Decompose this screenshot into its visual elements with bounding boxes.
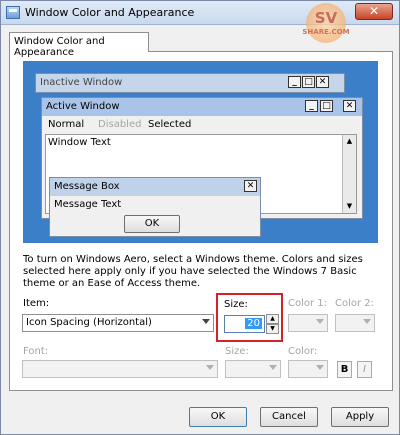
active-window-title: Active Window	[46, 101, 120, 112]
ok-button[interactable]: OK	[189, 407, 247, 427]
size-label: Size:	[224, 299, 248, 310]
watermark-logo: SV SHARE.COM	[302, 3, 350, 43]
size-input-value: 20	[245, 318, 262, 329]
spin-down-icon[interactable]: ▼	[266, 324, 279, 334]
menu-item-selected[interactable]: Selected	[148, 119, 191, 130]
italic-button[interactable]: I	[357, 361, 372, 378]
message-text: Message Text	[54, 199, 122, 210]
font-size-label: Size:	[225, 346, 249, 357]
apply-button[interactable]: Apply	[331, 407, 389, 427]
menu-item-disabled[interactable]: Disabled	[98, 119, 141, 130]
menu-item-normal[interactable]: Normal	[48, 119, 84, 130]
size-input[interactable]: 20	[224, 315, 265, 333]
inactive-window-titlebar: Inactive Window _ □ ✕	[36, 74, 344, 92]
font-select[interactable]	[22, 360, 218, 378]
window-text: Window Text	[48, 137, 111, 148]
color1-label: Color 1:	[288, 298, 328, 309]
menu-bar: Normal Disabled Selected	[42, 117, 362, 133]
title-bar: Window Color and Appearance SV SHARE.COM…	[1, 1, 399, 43]
message-box-ok-button[interactable]: OK	[124, 215, 180, 233]
color2-label: Color 2:	[335, 298, 375, 309]
tab-window-color-appearance[interactable]: Window Color and Appearance	[9, 32, 149, 58]
chevron-down-icon	[269, 365, 277, 370]
chevron-down-icon	[202, 319, 210, 324]
item-select-value: Icon Spacing (Horizontal)	[26, 317, 152, 328]
message-box-title: Message Box	[54, 181, 120, 192]
watermark-main-text: SV	[314, 9, 338, 27]
dialog-title: Window Color and Appearance	[25, 6, 195, 19]
window-color-appearance-dialog: Window Color and Appearance SV SHARE.COM…	[0, 0, 400, 435]
size-spinner[interactable]: ▲ ▼	[266, 314, 279, 334]
active-window-titlebar: Active Window _ □ ✕	[42, 98, 362, 116]
cancel-button[interactable]: Cancel	[260, 407, 318, 427]
maximize-icon: □	[320, 100, 333, 112]
close-icon: ✕	[316, 76, 329, 88]
close-icon: ✕	[343, 100, 356, 112]
vertical-scrollbar[interactable]: ▲ ▼	[342, 135, 356, 213]
chevron-down-icon	[206, 365, 214, 370]
description-text: To turn on Windows Aero, select a Window…	[23, 254, 363, 289]
item-label: Item:	[23, 298, 50, 309]
font-color-label: Color:	[288, 346, 318, 357]
scroll-up-icon[interactable]: ▲	[343, 135, 356, 148]
message-box-preview[interactable]: Message Box ✕ Message Text OK	[49, 177, 261, 237]
close-button[interactable]: ✕	[355, 3, 393, 20]
bold-button[interactable]: B	[337, 361, 352, 378]
watermark-sub-text: SHARE.COM	[302, 28, 350, 36]
item-select[interactable]: Icon Spacing (Horizontal)	[22, 314, 214, 332]
scroll-down-icon[interactable]: ▼	[343, 200, 356, 213]
window-app-icon	[6, 6, 20, 19]
font-color-picker[interactable]	[288, 360, 328, 378]
inactive-window-title: Inactive Window	[40, 77, 123, 88]
inactive-window-preview[interactable]: Inactive Window _ □ ✕	[35, 73, 345, 93]
chevron-down-icon	[316, 365, 324, 370]
font-label: Font:	[23, 346, 49, 357]
message-box-titlebar: Message Box ✕	[50, 178, 260, 196]
close-icon: ✕	[244, 180, 257, 192]
minimize-icon: _	[305, 100, 318, 112]
font-size-select[interactable]	[225, 360, 281, 378]
spin-up-icon[interactable]: ▲	[266, 314, 279, 324]
minimize-icon: _	[288, 76, 301, 88]
color1-picker[interactable]	[288, 314, 328, 332]
color2-picker[interactable]	[335, 314, 375, 332]
chevron-down-icon	[316, 319, 324, 324]
chevron-down-icon	[363, 319, 371, 324]
maximize-icon: □	[302, 76, 315, 88]
